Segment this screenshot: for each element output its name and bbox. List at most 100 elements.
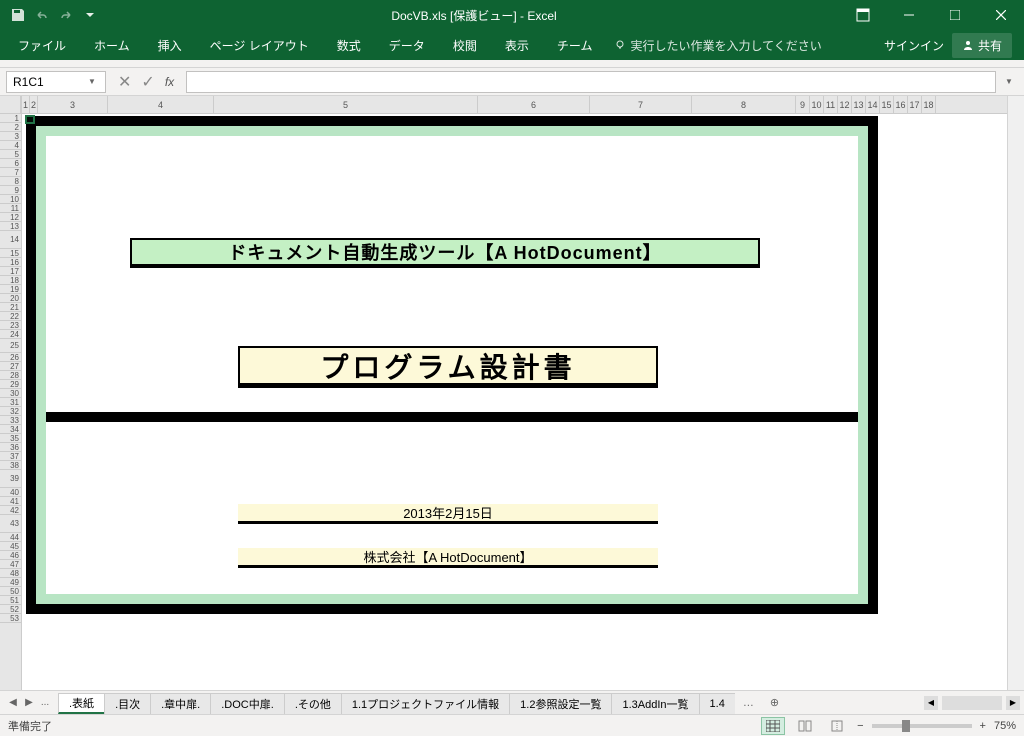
view-page-break-icon[interactable] [825,717,849,735]
row-header[interactable]: 24 [0,330,21,339]
zoom-slider[interactable] [872,724,972,728]
column-header[interactable]: 10 [810,96,824,113]
horizontal-scroll-area: ◀ ▶ [787,696,1024,710]
zoom-in-button[interactable]: + [980,720,986,732]
sheet-tab[interactable]: 1.1プロジェクトファイル情報 [341,693,510,714]
share-button[interactable]: 共有 [952,33,1012,58]
column-header[interactable]: 1 [22,96,30,113]
sheet-tab[interactable]: 1.4 [699,693,735,714]
sheet-tab[interactable]: .その他 [284,693,342,714]
lightbulb-icon [614,39,626,51]
tab-file[interactable]: ファイル [4,31,80,60]
share-label: 共有 [978,37,1002,54]
zoom-out-button[interactable]: − [857,720,863,732]
sheet-tab[interactable]: 1.2参照設定一覧 [509,693,612,714]
maximize-button[interactable] [932,0,978,30]
sheet-tab[interactable]: .目次 [104,693,151,714]
active-cell-cursor [25,115,35,124]
minimize-button[interactable] [886,0,932,30]
column-header[interactable]: 6 [478,96,590,113]
cancel-icon[interactable]: ✕ [118,72,131,92]
column-header[interactable]: 16 [894,96,908,113]
save-icon[interactable] [8,5,28,25]
ribbon-options-icon[interactable] [840,0,886,30]
row-header-gutter: 1234567891011121314151617181920212223242… [0,96,22,690]
column-header[interactable]: 8 [692,96,796,113]
column-header[interactable]: 2 [30,96,38,113]
tab-page-layout[interactable]: ページ レイアウト [196,31,323,60]
name-box-dropdown-icon[interactable]: ▼ [85,77,99,86]
column-header[interactable]: 18 [922,96,936,113]
tab-nav-next-icon[interactable]: ▶ [22,697,36,708]
tab-view[interactable]: 表示 [491,31,543,60]
hscroll-left-icon[interactable]: ◀ [924,696,938,710]
zoom-thumb[interactable] [902,720,910,732]
view-normal-icon[interactable] [761,717,785,735]
column-header[interactable]: 15 [880,96,894,113]
row-header[interactable]: 39 [0,470,21,488]
document-company-field: 株式会社【A HotDocument】 [238,548,658,568]
select-all-corner[interactable] [0,96,21,114]
column-header[interactable]: 11 [824,96,838,113]
row-header[interactable]: 38 [0,461,21,470]
tool-title-banner: ドキュメント自動生成ツール【A HotDocument】 [130,238,760,268]
tab-home[interactable]: ホーム [80,31,144,60]
hscroll-right-icon[interactable]: ▶ [1006,696,1020,710]
row-header[interactable]: 25 [0,339,21,353]
row-header[interactable]: 42 [0,506,21,515]
row-header[interactable]: 53 [0,614,21,623]
formula-expand-icon[interactable]: ▼ [1000,77,1018,86]
redo-icon[interactable] [56,5,76,25]
tell-me-search[interactable]: 実行したい作業を入力してください [614,37,821,54]
tab-data[interactable]: データ [375,31,439,60]
formula-bar: R1C1 ▼ ✕ ✓ fx ▼ [0,68,1024,96]
tab-nav-prev-icon[interactable]: ◀ [6,697,20,708]
column-header[interactable]: 7 [590,96,692,113]
enter-icon[interactable]: ✓ [141,72,154,92]
qat-dropdown-icon[interactable] [80,5,100,25]
fx-icon[interactable]: fx [165,75,174,89]
row-header[interactable]: 43 [0,515,21,533]
close-button[interactable] [978,0,1024,30]
tab-team[interactable]: チーム [543,31,607,60]
tab-insert[interactable]: 挿入 [144,31,196,60]
formula-controls: ✕ ✓ fx [110,72,182,92]
document-title-banner: プログラム設計書 [238,346,658,388]
signin-link[interactable]: サインイン [884,37,944,54]
status-text: 準備完了 [8,718,52,734]
add-sheet-button[interactable]: ⊕ [762,692,787,713]
name-box-value: R1C1 [13,75,85,89]
worksheet-tabs: .表紙.目次.章中扉..DOC中扉..その他1.1プロジェクトファイル情報1.2… [58,691,735,714]
title-bar: DocVB.xls [保護ビュー] - Excel [0,0,1024,30]
column-header[interactable]: 13 [852,96,866,113]
row-header[interactable]: 14 [0,231,21,249]
column-header[interactable]: 12 [838,96,852,113]
name-box[interactable]: R1C1 ▼ [6,71,106,93]
column-header[interactable]: 3 [38,96,108,113]
sheet-tab[interactable]: .章中扉. [150,693,211,714]
tab-scroll-more-icon[interactable]: … [735,693,762,713]
row-header[interactable]: 13 [0,222,21,231]
undo-icon[interactable] [32,5,52,25]
column-header[interactable]: 5 [214,96,478,113]
tab-overflow-icon[interactable]: ... [38,697,52,708]
column-header[interactable]: 17 [908,96,922,113]
tab-formulas[interactable]: 数式 [323,31,375,60]
column-headers: 123456789101112131415161718 [22,96,1007,114]
grid-cells[interactable]: ドキュメント自動生成ツール【A HotDocument】 プログラム設計書 20… [22,114,1007,690]
tell-me-label: 実行したい作業を入力してください [630,37,821,54]
view-page-layout-icon[interactable] [793,717,817,735]
sheet-tab[interactable]: .表紙 [58,693,105,714]
column-header[interactable]: 14 [866,96,880,113]
tab-review[interactable]: 校閲 [439,31,491,60]
sheet-tab[interactable]: 1.3AddIn一覧 [611,693,699,714]
ribbon-tabs: ファイル ホーム 挿入 ページ レイアウト 数式 データ 校閲 表示 チーム 実… [0,30,1024,60]
ribbon-body-collapsed [0,60,1024,68]
column-header[interactable]: 9 [796,96,810,113]
formula-input[interactable] [186,71,996,93]
zoom-level[interactable]: 75% [994,720,1016,732]
hscroll-track[interactable] [942,696,1002,710]
column-header[interactable]: 4 [108,96,214,113]
vertical-scrollbar[interactable] [1007,96,1024,690]
sheet-tab[interactable]: .DOC中扉. [210,693,285,714]
